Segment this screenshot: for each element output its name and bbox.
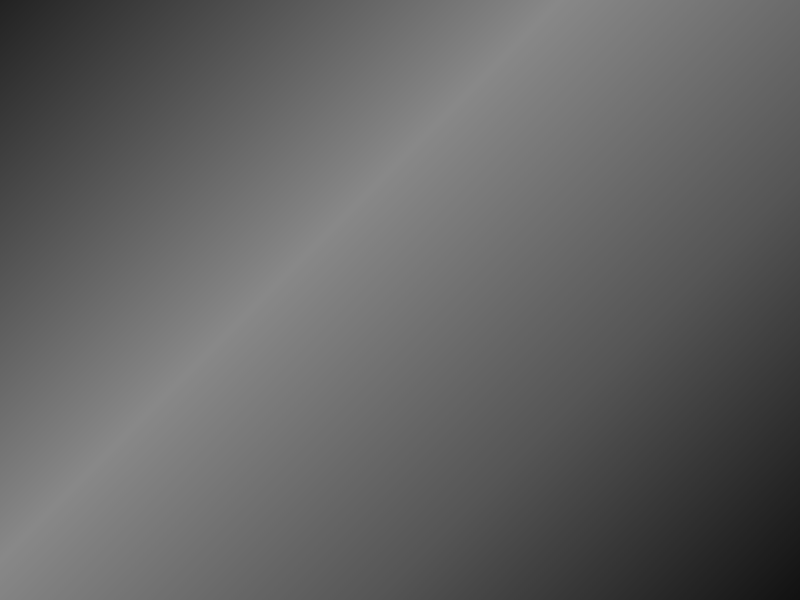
channel-thumb-rot	[524, 490, 554, 518]
right-panel: Art Art ▼ ⊞ T Ω ⊕ Normal Aufhellen Abdun…	[498, 0, 800, 600]
channels-panel: 👁 RGB Strg+2 👁 Rot Strg+3	[498, 450, 800, 600]
channel-row-rot[interactable]: 👁 Rot Strg+3	[498, 486, 800, 522]
